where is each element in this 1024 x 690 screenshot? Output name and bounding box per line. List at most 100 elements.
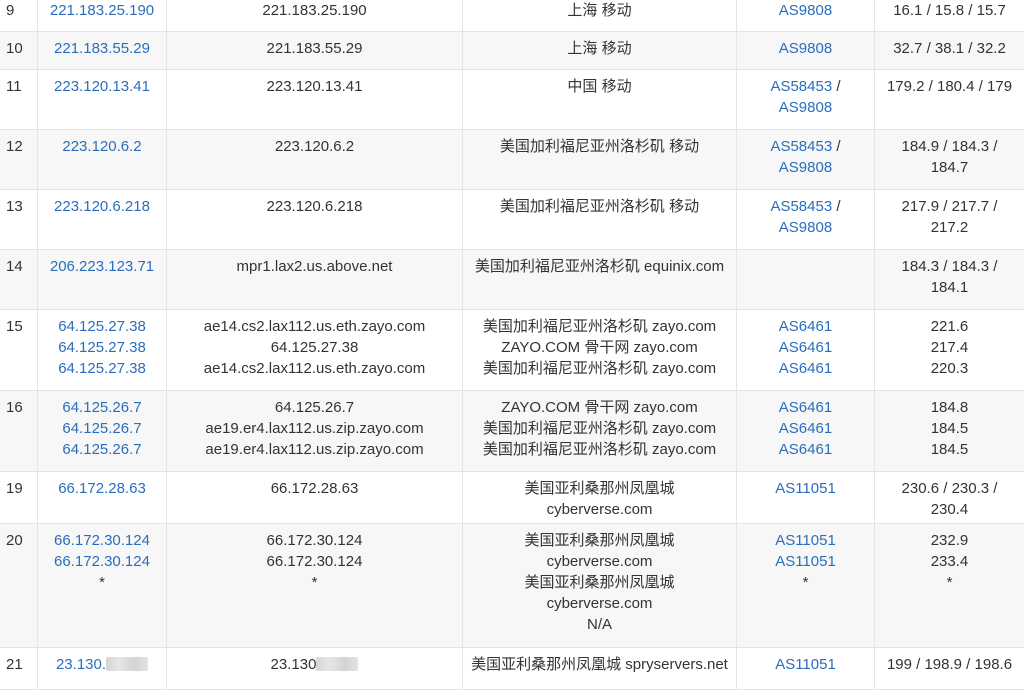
as-line: AS6461 (737, 358, 874, 379)
as-line: AS6461 (737, 337, 874, 358)
location-cell: ZAYO.COM 骨干网 zayo.com 美国加利福尼亚州洛杉矶 zayo.co… (463, 391, 737, 471)
hop-number: 12 (0, 130, 38, 189)
hop-number: 16 (0, 391, 38, 471)
ip-link[interactable]: 66.172.30.124 (38, 551, 166, 572)
as-link[interactable]: AS6461 (779, 399, 832, 416)
hostname: ae19.er4.lax112.us.zip.zayo.com (205, 420, 424, 437)
as-link[interactable]: AS6461 (779, 420, 832, 437)
hostname-cell: 223.120.6.2 (167, 130, 463, 189)
table-row: 21 23.130. 23.130 美国亚利桑那州凤凰城 spryservers.ne… (0, 648, 1024, 690)
ip-cell: 223.120.6.218 (38, 190, 167, 249)
latency-cell: 184.8 184.5 184.5 (875, 391, 1024, 471)
latency-value: 16.1 / 15.8 / 15.7 (893, 2, 1006, 19)
as-unknown: * (802, 574, 809, 591)
latency-cell: 230.6 / 230.3 / 230.4 (875, 472, 1024, 523)
latency-cell: 16.1 / 15.8 / 15.7 (875, 0, 1024, 31)
as-link[interactable]: AS9808 (779, 40, 832, 57)
hostname: 223.120.13.41 (266, 78, 363, 95)
location-text: 美国亚利桑那州凤凰城 (524, 480, 675, 497)
hop-number: 10 (0, 32, 38, 69)
ip-link[interactable]: 223.120.6.2 (38, 136, 166, 157)
as-link[interactable]: AS11051 (775, 553, 836, 570)
as-link[interactable]: AS6461 (779, 339, 832, 356)
hostname: ae14.cs2.lax112.us.eth.zayo.com (203, 318, 426, 335)
as-cell: AS58453 /AS9808 (737, 130, 875, 189)
as-link[interactable]: AS11051 (775, 532, 836, 549)
ip-link[interactable]: 64.125.26.7 (38, 439, 166, 460)
ip-link[interactable]: 64.125.26.7 (38, 397, 166, 418)
hop-number: 9 (0, 0, 38, 31)
ip-link[interactable]: 64.125.27.38 (38, 358, 166, 379)
ip-link[interactable]: 221.183.55.29 (38, 38, 166, 59)
ip-link[interactable]: 223.120.6.218 (38, 196, 166, 217)
as-line: AS58453 / (737, 76, 874, 97)
as-link[interactable]: AS58453 (770, 198, 832, 215)
hostname-cell: 223.120.13.41 (167, 70, 463, 129)
as-line: AS58453 / (737, 136, 874, 157)
ip-link[interactable]: 64.125.27.38 (38, 316, 166, 337)
latency-value: 233.4 (930, 553, 969, 570)
hop-number: 13 (0, 190, 38, 249)
location-cell: 美国加利福尼亚州洛杉矶 zayo.com ZAYO.COM 骨干网 zayo.co… (463, 310, 737, 390)
ip-cell: 221.183.55.29 (38, 32, 167, 69)
latency-cell: 199 / 198.9 / 198.6 (875, 648, 1024, 689)
ip-link[interactable]: 64.125.27.38 (38, 337, 166, 358)
as-link[interactable]: AS9808 (779, 159, 832, 176)
ip-link[interactable]: 66.172.30.124 (38, 530, 166, 551)
location-text: 美国加利福尼亚州洛杉矶 移动 (499, 138, 700, 155)
ip-cell: 23.130. (38, 648, 167, 689)
as-link[interactable]: AS9808 (779, 99, 832, 116)
ip-link[interactable]: 221.183.25.190 (38, 0, 166, 21)
ip-cell: 66.172.28.63 (38, 472, 167, 523)
ip-cell: 206.223.123.71 (38, 250, 167, 309)
latency-value: 217.9 / 217.7 / (901, 198, 998, 215)
ip-link[interactable]: 66.172.28.63 (38, 478, 166, 499)
hop-number: 14 (0, 250, 38, 309)
hostname: ae14.cs2.lax112.us.eth.zayo.com (203, 360, 426, 377)
location-text: 美国加利福尼亚州洛杉矶 zayo.com (482, 441, 717, 458)
hostname-cell: 64.125.26.7 ae19.er4.lax112.us.zip.zayo.c… (167, 391, 463, 471)
latency-value: 184.3 / 184.3 / (901, 258, 998, 275)
as-link[interactable]: AS9808 (779, 2, 832, 19)
hostname: 223.120.6.218 (266, 198, 363, 215)
ip-link[interactable]: 206.223.123.71 (38, 256, 166, 277)
location-text: 美国加利福尼亚州洛杉矶 equinix.com (474, 258, 725, 275)
latency-value: 217.2 (930, 219, 969, 236)
hostname-cell: 66.172.28.63 (167, 472, 463, 523)
ip-link[interactable]: 23.130. (38, 654, 166, 675)
as-link[interactable]: AS6461 (779, 360, 832, 377)
latency-value: 232.9 (930, 532, 969, 549)
ip-link[interactable]: 223.120.13.41 (38, 76, 166, 97)
hop-number: 11 (0, 70, 38, 129)
location-text: ZAYO.COM 骨干网 zayo.com (501, 339, 698, 356)
as-cell: AS6461 AS6461 AS6461 (737, 310, 875, 390)
latency-value: 230.6 / 230.3 / (901, 480, 998, 497)
as-separator: / (832, 138, 841, 155)
as-link[interactable]: AS6461 (779, 318, 832, 335)
ip-link[interactable]: 64.125.26.7 (38, 418, 166, 439)
as-cell: AS11051 (737, 648, 875, 689)
redacted-blur (316, 657, 359, 671)
location-cell: 美国亚利桑那州凤凰城 cyberverse.com 美国亚利桑那州凤凰城 cyberv… (463, 524, 737, 647)
hostname: 64.125.27.38 (270, 339, 359, 356)
as-link[interactable]: AS11051 (775, 480, 836, 497)
ip-unknown: * (99, 574, 105, 591)
as-link[interactable]: AS11051 (775, 656, 836, 673)
location-text: 美国亚利桑那州凤凰城 (524, 532, 675, 549)
hop-number: 20 (0, 524, 38, 647)
as-link[interactable]: AS58453 (770, 138, 832, 155)
hostname-cell: 223.120.6.218 (167, 190, 463, 249)
latency-value: 220.3 (930, 360, 969, 377)
hostname: 221.183.55.29 (266, 40, 363, 57)
as-link[interactable]: AS9808 (779, 219, 832, 236)
location-cell: 上海 移动 (463, 0, 737, 31)
as-line: * (737, 572, 874, 593)
latency-value: 179.2 / 180.4 / 179 (886, 78, 1013, 95)
hostname-cell: 66.172.30.124 66.172.30.124 * (167, 524, 463, 647)
latency-value: 184.5 (930, 441, 969, 458)
hostname: 221.183.25.190 (262, 2, 367, 19)
as-link[interactable]: AS6461 (779, 441, 832, 458)
as-link[interactable]: AS58453 (770, 78, 832, 95)
hostname: 64.125.26.7 (274, 399, 355, 416)
latency-value: 184.9 / 184.3 / (901, 138, 998, 155)
